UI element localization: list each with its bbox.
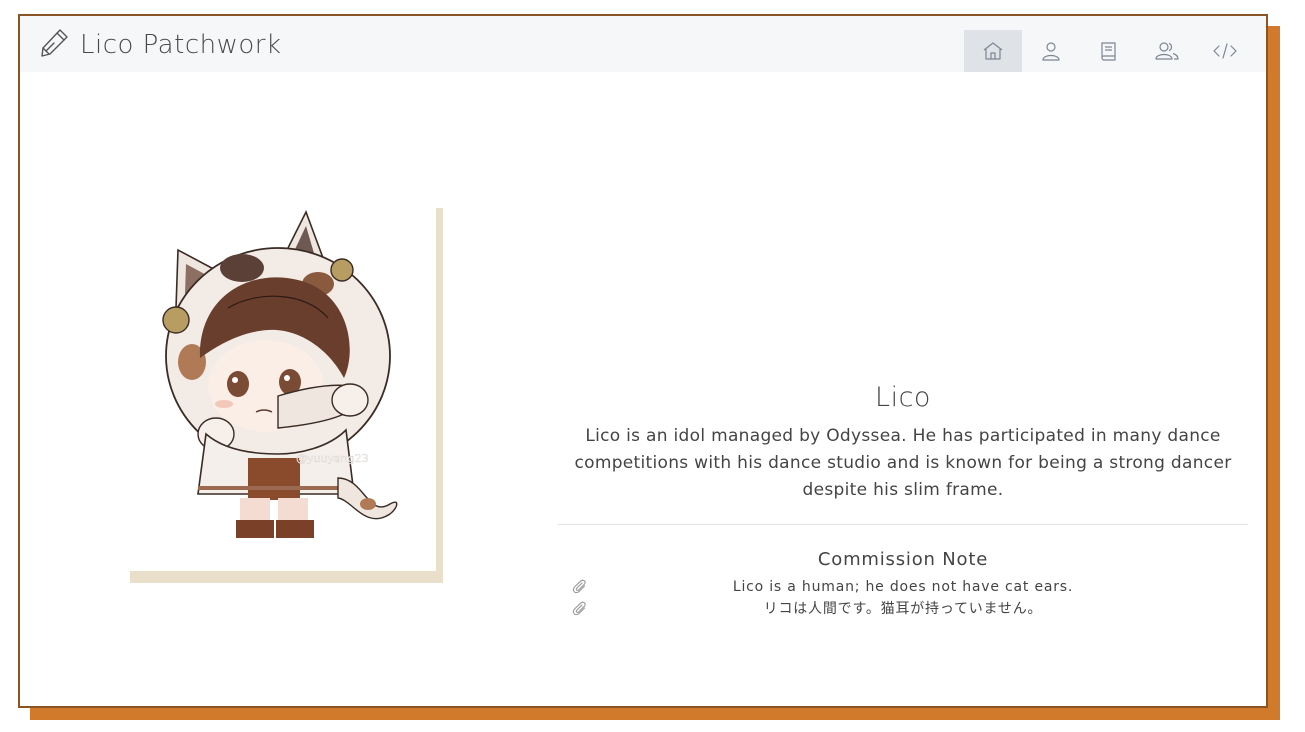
list-item: Lico is a human; he does not have cat ea… bbox=[558, 576, 1248, 598]
character-info: Lico Lico is an idol managed by Odyssea.… bbox=[558, 382, 1248, 620]
character-artwork-frame: @yuuyang23 bbox=[128, 208, 443, 583]
nav-home[interactable] bbox=[964, 30, 1022, 72]
brand[interactable]: Lico Patchwork bbox=[38, 28, 282, 62]
character-name: Lico bbox=[875, 382, 931, 413]
top-navbar: Lico Patchwork bbox=[20, 16, 1266, 72]
nav-book[interactable] bbox=[1080, 30, 1138, 72]
user-icon bbox=[1040, 40, 1062, 62]
section-divider bbox=[558, 524, 1248, 525]
profile-card: Lico Patchwork @yuuyang23 Lico Lico is a… bbox=[18, 14, 1268, 708]
commission-note-title: Commission Note bbox=[817, 549, 989, 570]
pencil-icon bbox=[38, 27, 70, 63]
users-icon bbox=[1154, 40, 1180, 62]
nav-code[interactable] bbox=[1196, 30, 1254, 72]
commission-note-text: リコは人間です。猫耳が持っていません。 bbox=[763, 601, 1043, 617]
commission-notes: Lico is a human; he does not have cat ea… bbox=[558, 576, 1248, 620]
code-icon bbox=[1212, 40, 1238, 62]
commission-note-text: Lico is a human; he does not have cat ea… bbox=[732, 579, 1074, 595]
artwork-watermark: @yuuyang23 bbox=[296, 452, 369, 465]
home-icon bbox=[982, 40, 1004, 62]
main-nav bbox=[964, 30, 1254, 72]
brand-title: Lico Patchwork bbox=[80, 30, 282, 60]
character-description: Lico is an idol managed by Odyssea. He h… bbox=[574, 426, 1232, 500]
nav-group[interactable] bbox=[1138, 30, 1196, 72]
book-icon bbox=[1098, 40, 1120, 62]
list-item: リコは人間です。猫耳が持っていません。 bbox=[558, 598, 1248, 620]
character-artwork: @yuuyang23 bbox=[128, 208, 436, 571]
paperclip-icon bbox=[572, 601, 588, 624]
nav-profile[interactable] bbox=[1022, 30, 1080, 72]
